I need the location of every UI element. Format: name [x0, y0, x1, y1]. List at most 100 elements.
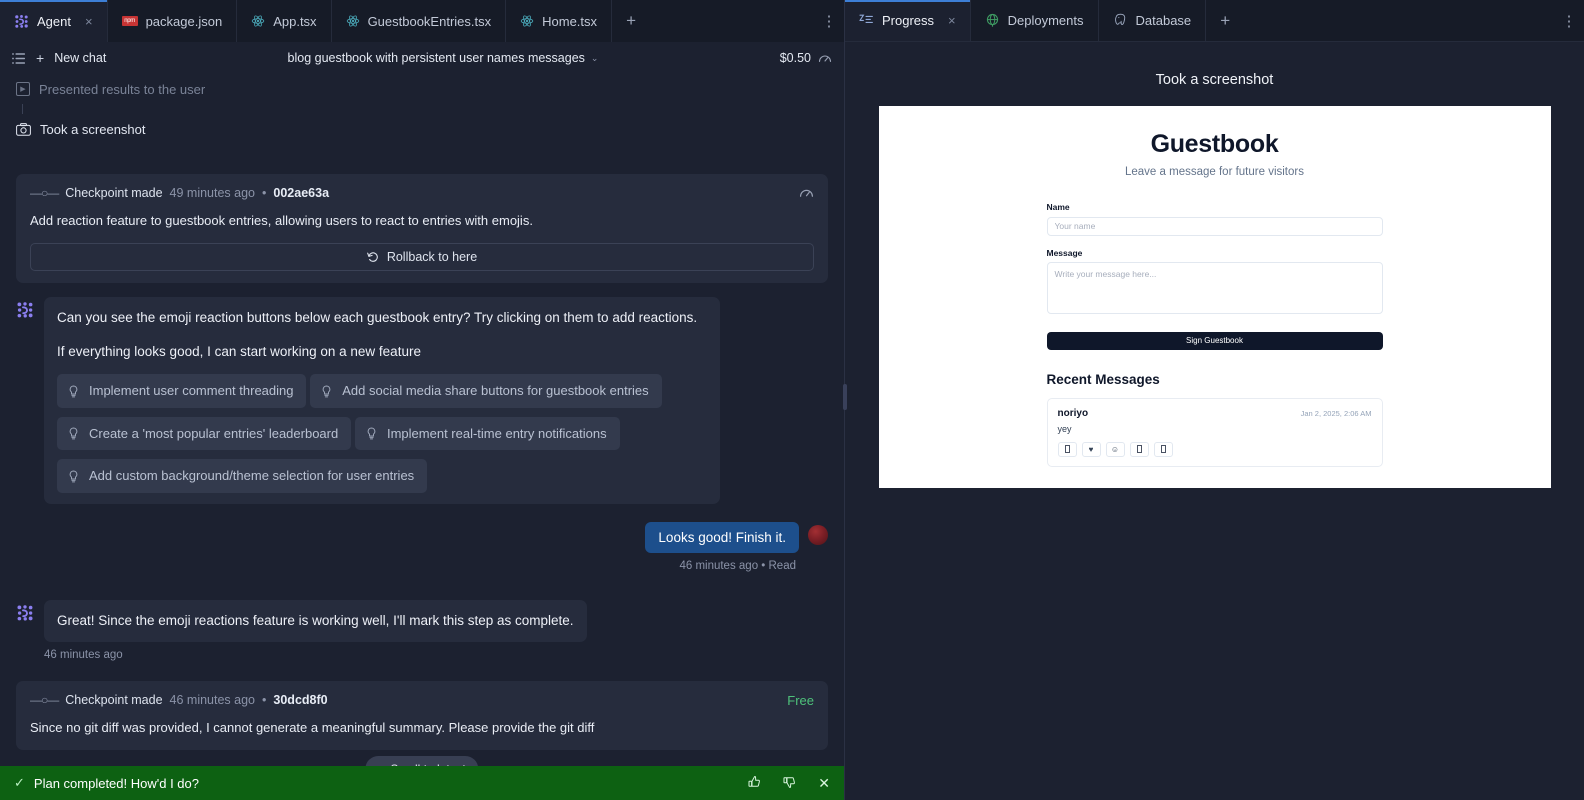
suggestion-chip-0[interactable]: Implement user comment threading: [57, 374, 307, 408]
reaction-button-1[interactable]: ♥: [1081, 441, 1101, 457]
assistant-bubble: Can you see the emoji reaction buttons b…: [44, 296, 720, 504]
chat-history-icon[interactable]: [12, 52, 26, 65]
preview-overflow-menu-icon[interactable]: ⋮: [1554, 0, 1584, 41]
missing-glyph-icon: [1064, 445, 1070, 453]
gauge-icon[interactable]: [818, 52, 832, 64]
guestbook-form: Name Message Sign Guestbook Recent Messa…: [1046, 202, 1383, 467]
tab-label: Deployments: [1007, 13, 1084, 28]
tab-agent[interactable]: Agent ×: [0, 0, 108, 42]
tab-label: Progress: [882, 13, 935, 28]
lightbulb-icon: [366, 427, 377, 440]
checkpoint-description: Since no git diff was provided, I cannot…: [30, 720, 595, 736]
user-avatar[interactable]: [808, 524, 828, 545]
reaction-button-0[interactable]: [1057, 441, 1077, 457]
rollback-button[interactable]: Rollback to here: [30, 242, 814, 271]
commit-node-icon: —○—: [30, 186, 59, 200]
missing-glyph-icon: [1160, 445, 1166, 453]
presentation-icon: ▶: [16, 82, 30, 96]
plan-completed-toast: ✓ Plan completed! How'd I do? ✕: [0, 766, 844, 800]
suggestion-label: Add custom background/theme selection fo…: [89, 468, 415, 484]
preview-panel: Progress × Deployments Database + ⋮ Took…: [845, 0, 1584, 800]
assistant-message-2: Great! Since the emoji reactions feature…: [16, 599, 828, 643]
entry-date: Jan 2, 2025, 2:06 AM: [1300, 408, 1372, 418]
assistant-message-2-meta: 46 minutes ago: [44, 649, 123, 662]
preview-new-tab-button[interactable]: +: [1206, 0, 1244, 41]
lightbulb-icon: [68, 427, 79, 440]
guestbook-screenshot: Guestbook Leave a message for future vis…: [878, 106, 1551, 488]
message-textarea[interactable]: [1046, 261, 1383, 314]
assistant-paragraph-2: If everything looks good, I can start wo…: [57, 344, 421, 360]
toast-close-icon[interactable]: ✕: [818, 775, 830, 792]
reaction-button-4[interactable]: [1153, 441, 1173, 457]
suggestion-label: Add social media share buttons for guest…: [342, 383, 649, 399]
checkpoint-time: 46 minutes ago: [169, 693, 256, 708]
tab-label: Agent: [37, 13, 71, 29]
globe-icon: [985, 13, 1000, 28]
tab-deployments[interactable]: Deployments: [971, 0, 1099, 41]
name-input[interactable]: [1046, 216, 1383, 236]
postgres-elephant-icon: [1113, 13, 1128, 28]
editor-overflow-menu-icon[interactable]: ⋮: [814, 0, 844, 42]
assistant-paragraph-1: Can you see the emoji reaction buttons b…: [57, 309, 698, 325]
toast-message: Plan completed! How'd I do?: [33, 775, 199, 791]
npm-icon: npm: [121, 16, 138, 26]
gauge-icon[interactable]: [799, 186, 814, 199]
checkpoint-time: 49 minutes ago: [169, 186, 256, 200]
check-icon: ✓: [14, 775, 25, 790]
suggestion-chip-3[interactable]: Implement real-time entry notifications: [354, 416, 620, 451]
timeline-step-screenshot: Took a screenshot: [16, 114, 828, 144]
tab-progress[interactable]: Progress ×: [845, 0, 971, 41]
guestbook-entry: noriyo Jan 2, 2025, 2:06 AM yey ♥ ☺: [1046, 397, 1383, 467]
recent-messages-heading: Recent Messages: [1046, 371, 1160, 387]
suggestion-list: Implement user comment threading Add soc…: [57, 374, 707, 493]
tab-label: Home.tsx: [542, 13, 598, 29]
tab-guestbookentries-tsx[interactable]: GuestbookEntries.tsx: [332, 0, 507, 42]
camera-icon: [16, 122, 31, 136]
new-tab-button[interactable]: +: [612, 0, 650, 42]
checkpoint-card-1: —○— Checkpoint made 49 minutes ago • 002…: [16, 174, 828, 283]
lightbulb-icon: [68, 385, 79, 398]
react-icon: [251, 14, 265, 28]
tab-close-icon[interactable]: ×: [85, 14, 93, 29]
new-chat-plus-icon[interactable]: +: [36, 50, 44, 66]
panel-resize-handle[interactable]: [843, 384, 847, 410]
suggestion-chip-1[interactable]: Add social media share buttons for guest…: [310, 374, 662, 408]
chat-title-dropdown[interactable]: blog guestbook with persistent user name…: [116, 51, 769, 65]
entry-header: noriyo Jan 2, 2025, 2:06 AM: [1058, 408, 1372, 419]
checkpoint-header: —○— Checkpoint made 46 minutes ago • 30d…: [30, 693, 814, 707]
checkpoint-separator: •: [262, 186, 267, 200]
preview-caption: Took a screenshot: [1155, 72, 1274, 88]
tab-label: App.tsx: [273, 13, 317, 29]
guestbook-title: Guestbook: [1150, 130, 1279, 158]
new-chat-button[interactable]: New chat: [54, 51, 106, 65]
tab-app-tsx[interactable]: App.tsx: [237, 0, 332, 42]
tab-label: package.json: [145, 13, 223, 29]
timeline-step-presented: ▶ Presented results to the user: [16, 74, 828, 104]
thumbs-up-icon[interactable]: [748, 775, 762, 792]
agent-avatar-icon: [16, 301, 34, 319]
chevron-down-icon: ⌄: [590, 52, 599, 63]
suggestion-chip-4[interactable]: Add custom background/theme selection fo…: [57, 459, 428, 493]
user-bubble: Looks good! Finish it.: [645, 521, 799, 553]
preview-tabbar: Progress × Deployments Database + ⋮: [845, 0, 1584, 42]
tab-database[interactable]: Database: [1099, 0, 1207, 41]
reaction-button-3[interactable]: [1129, 441, 1149, 457]
tab-close-icon[interactable]: ×: [948, 13, 956, 28]
react-icon: [346, 14, 360, 28]
chat-transcript[interactable]: ▶ Presented results to the user Took a s…: [0, 74, 844, 800]
undo-icon: [366, 251, 379, 263]
suggestion-chip-2[interactable]: Create a 'most popular entries' leaderbo…: [57, 416, 352, 451]
tabbar-spacer: [1244, 0, 1554, 41]
heart-icon: ♥: [1088, 444, 1094, 454]
missing-glyph-icon: [1136, 445, 1142, 453]
tab-package-json[interactable]: npm package.json: [108, 0, 238, 42]
smiley-icon: ☺: [1110, 444, 1120, 454]
rollback-label: Rollback to here: [386, 249, 478, 264]
reaction-button-2[interactable]: ☺: [1105, 441, 1125, 457]
thumbs-down-icon[interactable]: [783, 775, 797, 792]
sign-guestbook-button[interactable]: Sign Guestbook: [1046, 331, 1383, 350]
checkpoint-hash: 30dcd8f0: [273, 693, 328, 708]
checkpoint-free-badge: Free: [787, 693, 814, 709]
user-message-meta: 46 minutes ago • Read: [679, 559, 796, 572]
tab-home-tsx[interactable]: Home.tsx: [506, 0, 613, 42]
